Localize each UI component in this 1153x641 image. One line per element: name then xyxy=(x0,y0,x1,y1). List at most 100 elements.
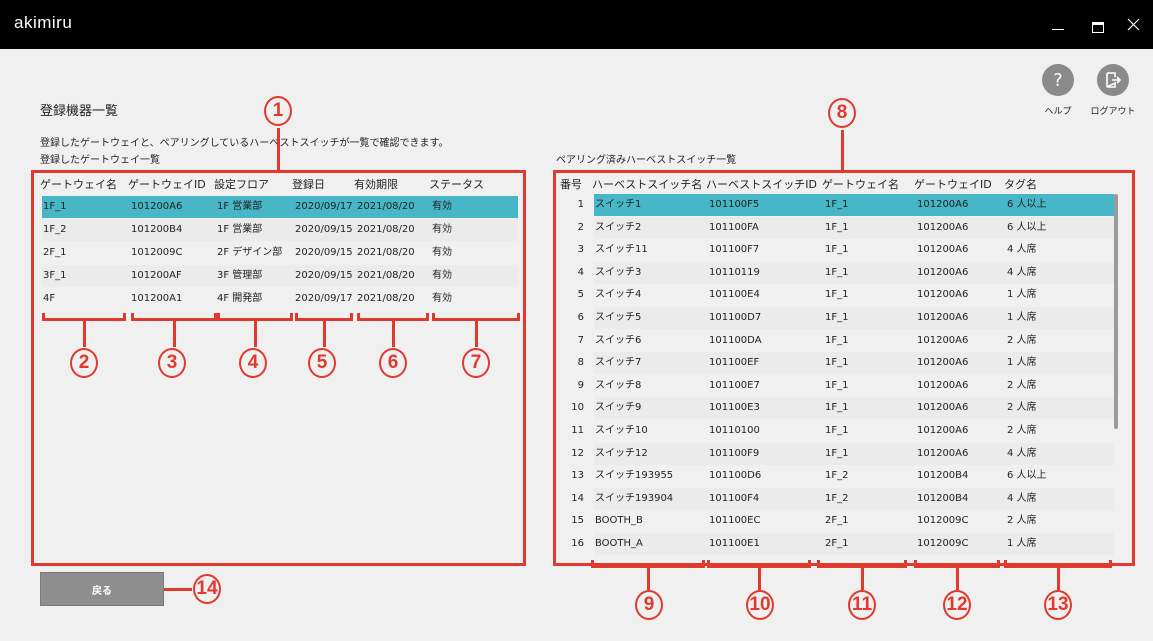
annotation-marker: 7 xyxy=(462,348,490,378)
annotation-marker: 13 xyxy=(1044,590,1072,620)
annotation-marker: 2 xyxy=(70,348,98,378)
table-cell: 101100F7 xyxy=(709,244,760,256)
switch-table-scrollbar[interactable] xyxy=(1114,194,1118,429)
row-number: 5 xyxy=(577,289,584,301)
table-cell: 4 人席 xyxy=(1007,492,1037,504)
column-header: ゲートウェイID xyxy=(128,178,206,191)
column-header: ハーベストスイッチ名 xyxy=(592,178,703,191)
table-cell: 1F_1 xyxy=(825,379,849,391)
switch-table-row[interactable]: 3 スイッチ11 101100F7 1F_1 101200A6 4 人席 xyxy=(560,239,1116,261)
switch-table-row[interactable]: 2 スイッチ2 101100FA 1F_1 101200A6 6 人以上 xyxy=(560,216,1116,239)
annotation-marker: 14 xyxy=(193,574,221,604)
table-cell: 2021/08/20 xyxy=(357,270,415,281)
row-number: 15 xyxy=(571,515,584,527)
table-cell: 101200A6 xyxy=(917,425,969,436)
switch-table-row[interactable]: 1 スイッチ1 101100F5 1F_1 101200A6 6 人以上 xyxy=(560,194,1116,216)
annotation-marker: 12 xyxy=(943,590,971,620)
table-cell: 1F_1 xyxy=(825,357,849,369)
table-cell: 101200B4 xyxy=(131,224,183,235)
table-cell: 101200A6 xyxy=(917,447,969,459)
row-number: 13 xyxy=(571,470,584,482)
row-number: 8 xyxy=(577,357,584,369)
column-header: ゲートウェイID xyxy=(914,178,992,191)
switch-table-row[interactable]: 7 スイッチ6 101100DA 1F_1 101200A6 2 人席 xyxy=(560,330,1116,352)
switch-table-row[interactable]: 13 スイッチ193955 101100D6 1F_2 101200B4 6 人以上 xyxy=(560,465,1116,487)
table-cell: 2 人席 xyxy=(1007,379,1037,391)
column-header: 番号 xyxy=(560,178,582,191)
row-number: 4 xyxy=(577,266,584,278)
logout-button[interactable] xyxy=(1097,64,1129,96)
table-cell: 1F_1 xyxy=(825,244,849,256)
table-cell: 101100DA xyxy=(709,334,762,346)
switch-table-row[interactable]: 11 スイッチ10 10110100 1F_1 101200A6 2 人席 xyxy=(560,420,1116,442)
row-number: 7 xyxy=(577,334,584,346)
table-cell: 101100D7 xyxy=(709,312,762,323)
table-cell: 1F 営業部 xyxy=(217,224,263,235)
table-cell: 1F_1 xyxy=(825,221,849,233)
table-cell: 101200A6 xyxy=(131,201,183,212)
table-cell: 6 人以上 xyxy=(1007,199,1047,210)
table-cell: スイッチ12 xyxy=(595,447,648,459)
annotation-marker: 3 xyxy=(158,348,186,378)
switch-table-row[interactable]: 8 スイッチ7 101100EF 1F_1 101200A6 1 人席 xyxy=(560,352,1116,375)
minimize-icon xyxy=(1052,29,1064,30)
table-cell: スイッチ2 xyxy=(595,221,642,233)
table-cell: 2021/08/20 xyxy=(357,224,415,235)
table-cell: 101100E4 xyxy=(709,289,760,301)
table-cell: 1F_1 xyxy=(825,425,849,436)
switch-table-row[interactable]: 5 スイッチ4 101100E4 1F_1 101200A6 1 人席 xyxy=(560,284,1116,306)
logout-icon xyxy=(1106,72,1122,88)
table-cell: スイッチ10 xyxy=(595,425,648,436)
gateway-table-row[interactable]: 2F_1 1012009C 2F デザイン部 2020/09/15 2021/08/20… xyxy=(40,242,518,264)
table-cell: 1F_1 xyxy=(825,402,849,414)
table-cell: 1 人席 xyxy=(1007,357,1037,369)
table-cell: スイッチ1 xyxy=(595,199,642,210)
gateway-table-row[interactable]: 1F_1 101200A6 1F 営業部 2020/09/17 2021/08/20 有効 xyxy=(42,196,518,218)
table-cell: 3F_1 xyxy=(43,270,67,281)
switch-table-row[interactable]: 16 BOOTH_A 101100E1 2F_1 1012009C 1 人席 xyxy=(560,533,1116,555)
table-cell: 2020/09/17 xyxy=(295,293,353,304)
annotation-marker: 8 xyxy=(828,98,856,128)
logout-label: ログアウト xyxy=(1090,107,1136,117)
switch-table-row[interactable]: 9 スイッチ8 101100E7 1F_1 101200A6 2 人席 xyxy=(560,375,1116,397)
close-button[interactable] xyxy=(1113,0,1153,49)
table-cell: 2 人席 xyxy=(1007,515,1037,527)
table-cell: 101200B4 xyxy=(917,492,969,504)
annotation-line xyxy=(277,128,280,170)
table-cell: 101200AF xyxy=(131,270,182,281)
gateway-table-row[interactable]: 3F_1 101200AF 3F 管理部 2020/09/15 2021/08/20 有効 xyxy=(42,265,518,287)
row-number: 9 xyxy=(577,379,584,391)
table-cell: スイッチ6 xyxy=(595,334,642,346)
table-cell: 4 人席 xyxy=(1007,244,1037,256)
switch-table-row[interactable]: 6 スイッチ5 101100D7 1F_1 101200A6 1 人席 xyxy=(560,307,1116,329)
help-button[interactable]: ? xyxy=(1042,64,1074,96)
table-cell: 101200B4 xyxy=(917,470,969,482)
annotation-line xyxy=(173,321,176,347)
switch-table-row[interactable]: 4 スイッチ3 10110119 1F_1 101200A6 4 人席 xyxy=(560,261,1116,284)
column-header: ステータス xyxy=(429,178,484,191)
annotation-marker: 11 xyxy=(848,590,876,620)
switch-table-row[interactable]: 14 スイッチ193904 101100F4 1F_2 101200B4 4 人席 xyxy=(560,487,1116,510)
table-cell: 101100F4 xyxy=(709,492,760,504)
switch-table-row[interactable]: 15 BOOTH_B 101100EC 2F_1 1012009C 2 人席 xyxy=(560,510,1116,532)
switch-table-row[interactable]: 12 スイッチ12 101100F9 1F_1 101200A6 4 人席 xyxy=(560,442,1116,465)
gateway-table-row[interactable]: 1F_2 101200B4 1F 営業部 2020/09/15 2021/08/20 有効 xyxy=(42,219,518,241)
table-cell: 2 人席 xyxy=(1007,334,1037,346)
annotation-bracket xyxy=(591,560,705,568)
table-cell: スイッチ3 xyxy=(595,266,642,278)
annotation-line xyxy=(83,321,86,347)
table-cell: 101100EF xyxy=(709,357,760,369)
maximize-button[interactable] xyxy=(1078,0,1118,49)
row-number: 10 xyxy=(571,402,584,414)
switch-table-row[interactable]: 10 スイッチ9 101100E3 1F_1 101200A6 2 人席 xyxy=(560,397,1116,420)
minimize-button[interactable] xyxy=(1038,0,1078,49)
table-cell: 101100E1 xyxy=(709,538,760,549)
table-cell: 101100FA xyxy=(709,221,759,233)
annotation-line xyxy=(254,321,257,347)
table-cell: 4F 開発部 xyxy=(217,293,263,304)
annotation-bracket xyxy=(217,313,293,321)
table-cell: 1 人席 xyxy=(1007,312,1037,323)
gateway-table-row[interactable]: 4F 101200A1 4F 開発部 2020/09/17 2021/08/20 有効 xyxy=(40,288,518,310)
annotation-bracket xyxy=(295,313,353,321)
back-button[interactable]: 戻る xyxy=(40,572,164,606)
